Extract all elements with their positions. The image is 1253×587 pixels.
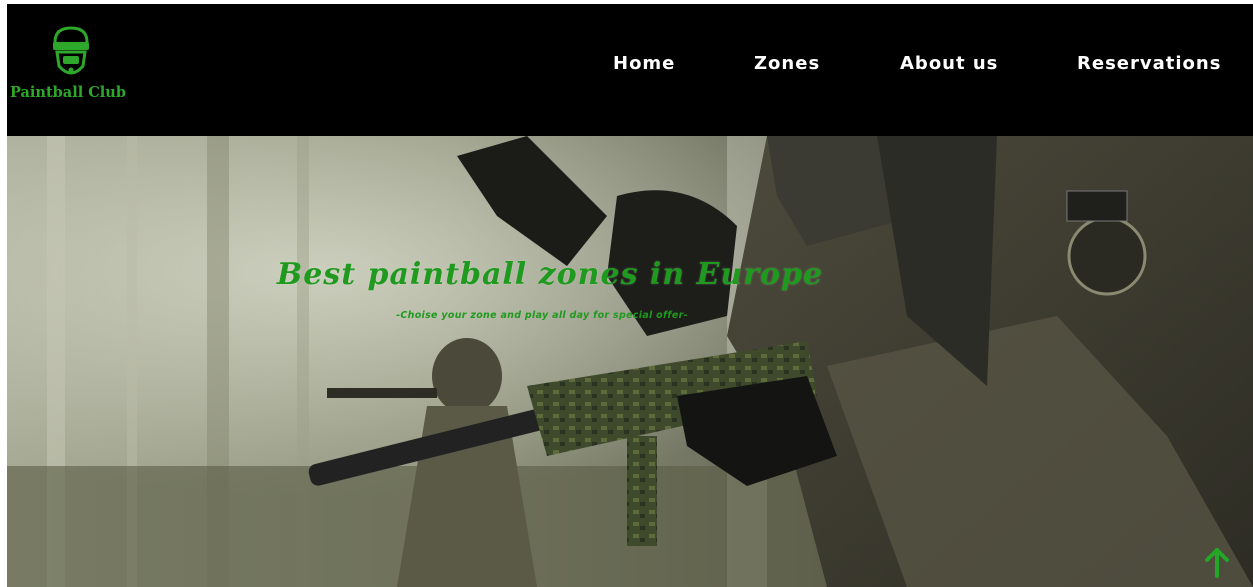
scroll-to-top-button[interactable] <box>1203 548 1231 578</box>
nav-home-link[interactable]: Home <box>613 53 675 74</box>
hero-subtitle: -Choise your zone and play all day for s… <box>396 310 688 321</box>
nav-reservations-link[interactable]: Reservations <box>1077 53 1221 74</box>
paintball-mask-icon <box>53 26 89 75</box>
hero-title: Best paintball zones in Europe <box>276 257 824 292</box>
hero-background-image <box>7 136 1253 587</box>
navbar: Paintball Club Home Zones About us Reser… <box>7 4 1253 136</box>
brand-name: Paintball Club <box>10 84 126 101</box>
arrow-up-icon <box>1205 548 1229 578</box>
hero-section: Best paintball zones in Europe -Choise y… <box>7 136 1253 587</box>
logo-link[interactable]: Paintball Club <box>7 26 147 106</box>
page-frame: Paintball Club Home Zones About us Reser… <box>7 4 1253 587</box>
nav-zones-link[interactable]: Zones <box>754 53 820 74</box>
nav-about-link[interactable]: About us <box>900 53 998 74</box>
